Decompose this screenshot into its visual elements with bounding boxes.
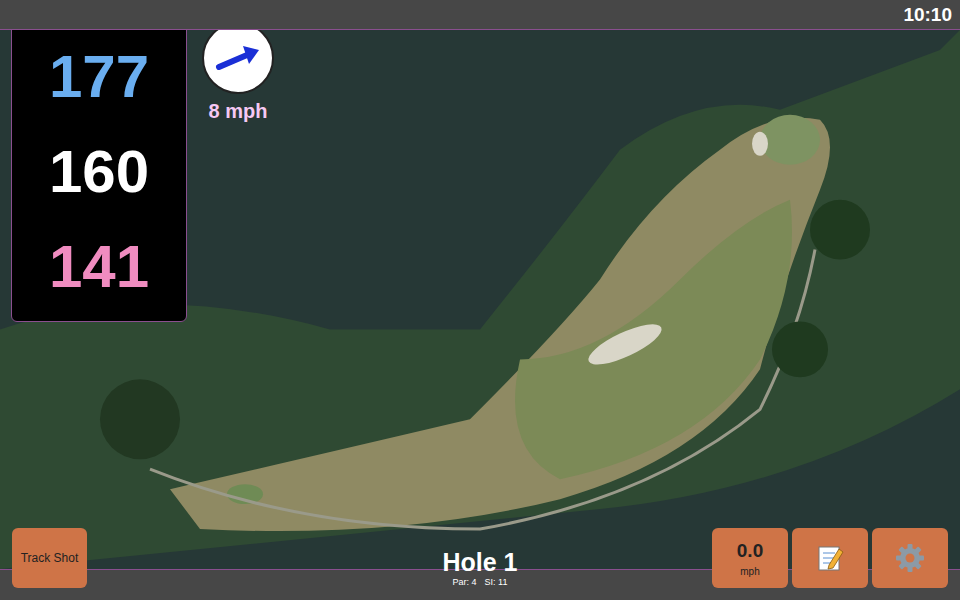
wind-arrow-icon (215, 43, 261, 73)
track-shot-button[interactable]: Track Shot (12, 528, 87, 588)
distance-value: 177 (49, 44, 149, 110)
wind-direction (202, 30, 274, 94)
course-map[interactable]: 177 160 141 8 mph (0, 30, 960, 569)
track-shot-label: Track Shot (21, 551, 79, 565)
wind-indicator: 8 mph (202, 30, 274, 123)
gear-icon (894, 542, 926, 574)
hole-stroke-index: SI: 11 (485, 577, 508, 587)
settings-button[interactable] (872, 528, 948, 588)
notes-button[interactable] (792, 528, 868, 588)
notepad-icon (815, 543, 845, 573)
speed-button[interactable]: 0.0 mph (712, 528, 788, 588)
distance-value: 141 (49, 234, 149, 300)
clock: 10:10 (903, 4, 952, 26)
speed-value: 0.0 (737, 540, 763, 562)
top-bar: 10:10 (0, 0, 960, 30)
hole-title: Hole 1 (442, 549, 517, 577)
speed-unit: mph (740, 566, 759, 577)
hole-info: Hole 1 Par: 4 SI: 11 (330, 549, 630, 587)
wind-speed: 8 mph (209, 100, 268, 123)
distance-value: 160 (49, 139, 149, 205)
distance-panel: 177 160 141 (11, 30, 187, 322)
hole-par: Par: 4 (453, 577, 477, 587)
